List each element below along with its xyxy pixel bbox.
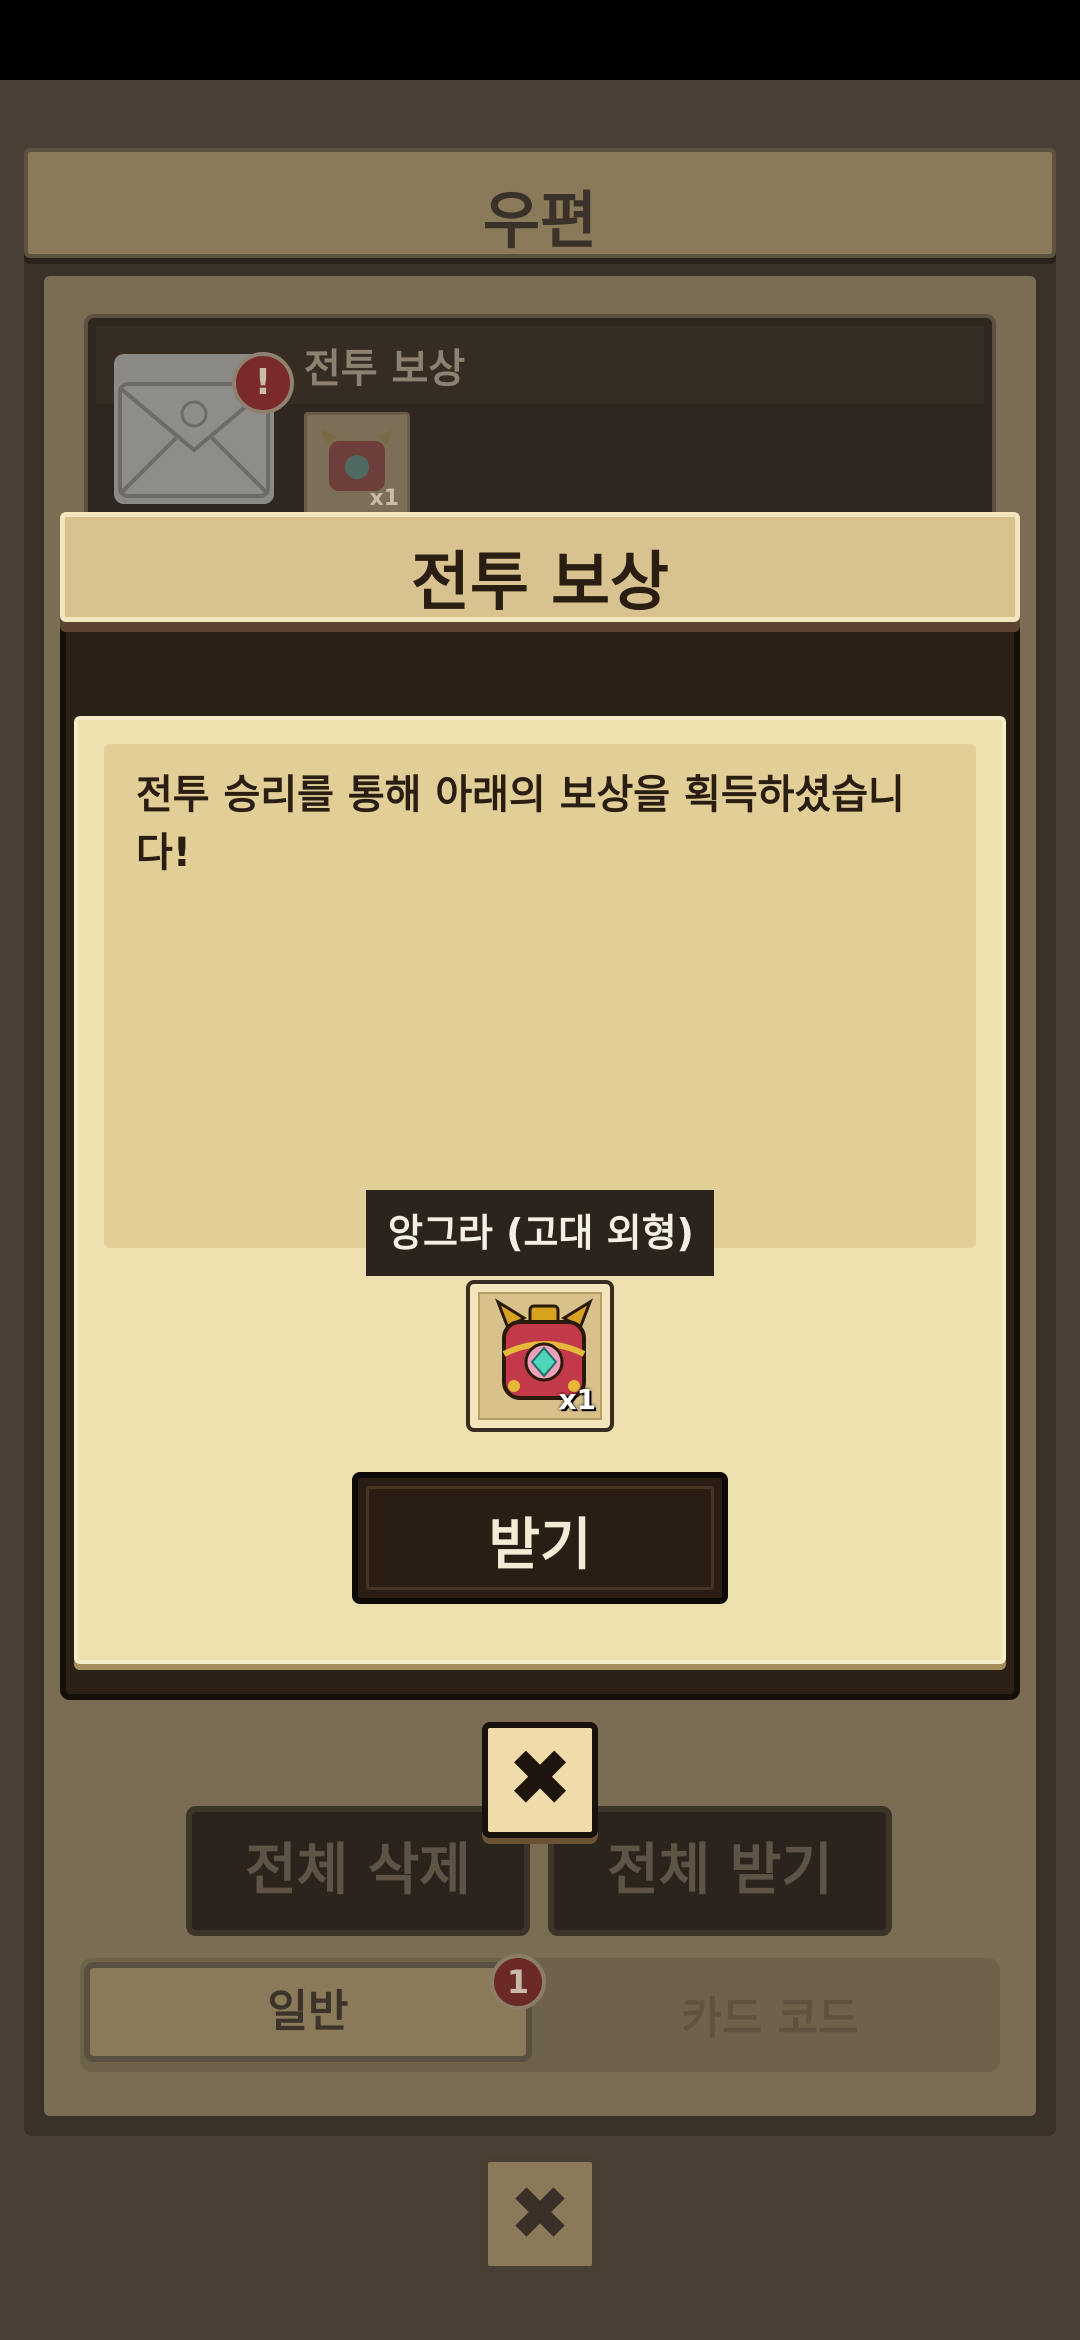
- dialog-title: 전투 보상: [411, 546, 669, 620]
- alert-icon: !: [232, 352, 294, 414]
- tab-general[interactable]: 일반: [84, 1962, 532, 2062]
- status-bar: [0, 0, 1080, 80]
- reward-item-slot[interactable]: x1: [466, 1280, 614, 1432]
- delete-all-button[interactable]: 전체 삭제: [186, 1806, 530, 1936]
- receive-all-button[interactable]: 전체 받기: [548, 1806, 892, 1936]
- tab-card-code[interactable]: 카드 코드: [600, 1982, 940, 2046]
- tab-general-badge: 1: [490, 1954, 546, 2010]
- receive-button-label: 받기: [488, 1513, 592, 1578]
- reward-item-qty: x1: [558, 1383, 596, 1416]
- mailbox-close-icon[interactable]: ✖: [482, 2156, 598, 2272]
- mailbox-title: 우편: [482, 184, 598, 257]
- dialog-title-bar: 전투 보상: [60, 512, 1020, 622]
- reward-name-tooltip: 앙그라 (고대 외형): [366, 1190, 714, 1276]
- mail-item-title: 전투 보상: [304, 346, 466, 392]
- mail-item-reward-icon: x1: [304, 412, 410, 516]
- mailbox-title-bar: 우편: [24, 148, 1056, 258]
- mail-item-qty: x1: [369, 486, 400, 511]
- dialog-message: 전투 승리를 통해 아래의 보상을 획득하셨습니다!: [136, 772, 905, 876]
- dialog-close-icon[interactable]: ✖: [482, 1722, 598, 1838]
- receive-button[interactable]: 받기: [352, 1472, 728, 1604]
